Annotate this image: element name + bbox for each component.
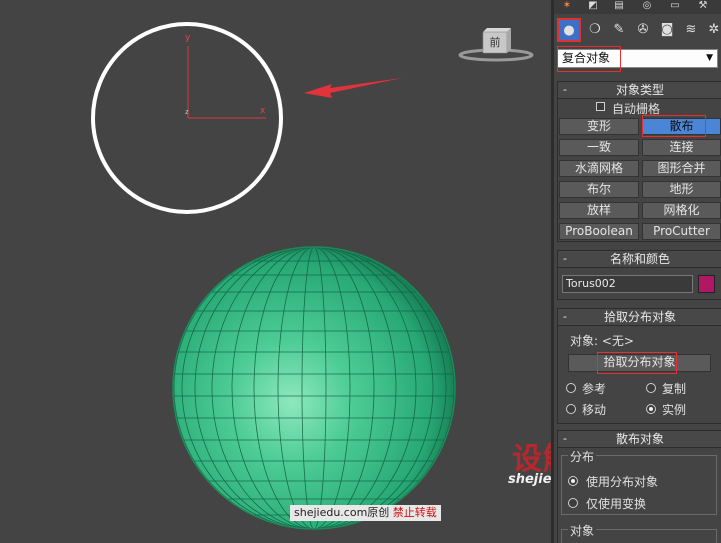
- collapse-icon: -: [563, 252, 567, 265]
- axis-x-label: x: [260, 106, 266, 116]
- scatter-objects-rollout: - 散布对象 分布 使用分布对象 仅使用变换 对象: [557, 430, 721, 543]
- name-color-header[interactable]: - 名称和颜色: [558, 251, 721, 268]
- utilities-tab-icon[interactable]: ⚒: [694, 0, 712, 11]
- axis-gizmo: y x z: [185, 33, 266, 119]
- watermark-banner: shejiedu.com原创 禁止转载: [290, 505, 441, 521]
- pick-distribution-header[interactable]: - 拾取分布对象: [558, 309, 721, 326]
- autogrid-checkbox[interactable]: [596, 102, 605, 111]
- instance-label: 实例: [662, 403, 687, 417]
- transforms-only-label: 仅使用变换: [586, 497, 647, 511]
- green-sphere[interactable]: [150, 246, 480, 530]
- loft-button[interactable]: 放样: [559, 202, 639, 219]
- spacewarps-icon[interactable]: ≋: [680, 19, 702, 41]
- use-distribution-radio[interactable]: [568, 476, 578, 486]
- axis-z-label: z: [185, 108, 189, 116]
- object-category-dropdown[interactable]: 复合对象 ▼: [557, 49, 718, 68]
- move-radio[interactable]: [566, 404, 576, 414]
- pick-distribution-rollout: - 拾取分布对象 对象: <无> 拾取分布对象 参考 复制 移动 实例: [557, 308, 721, 424]
- scatter-objects-header[interactable]: - 散布对象: [558, 431, 721, 448]
- conform-button[interactable]: 一致: [559, 139, 639, 156]
- motion-tab-icon[interactable]: ◎: [638, 0, 656, 11]
- objects-group-label: 对象: [568, 522, 597, 539]
- transforms-only-radio[interactable]: [568, 498, 578, 508]
- collapse-icon: -: [563, 83, 567, 96]
- perspective-viewport[interactable]: y x z 前 设 shejie shejiedu.com原创 禁止转载: [0, 0, 551, 543]
- watermark-forbid: 禁止转载: [392, 506, 437, 519]
- copy-label: 复制: [662, 382, 687, 396]
- shapemerge-button[interactable]: 图形合并: [642, 160, 721, 177]
- objects-group: 对象: [561, 522, 717, 543]
- object-type-header[interactable]: - 对象类型: [558, 82, 721, 99]
- helpers-icon[interactable]: ◙: [656, 19, 678, 41]
- view-cube-face-label: 前: [489, 36, 501, 49]
- red-arrow-annotation: [304, 78, 402, 98]
- display-tab-icon[interactable]: ▭: [666, 0, 684, 11]
- viewport-canvas: y x z: [91, 22, 480, 530]
- object-type-title: 对象类型: [615, 83, 664, 97]
- collapse-icon: -: [563, 310, 567, 323]
- copy-radio[interactable]: [646, 383, 656, 393]
- boolean-button[interactable]: 布尔: [559, 181, 639, 198]
- modify-tab-icon[interactable]: ◩: [584, 0, 602, 11]
- lights-icon[interactable]: ✎: [608, 19, 630, 41]
- proboolean-button[interactable]: ProBoolean: [559, 223, 639, 240]
- hierarchy-tab-icon[interactable]: ▤: [610, 0, 628, 11]
- command-panel-tabs: ✶ ◩ ▤ ◎ ▭ ⚒: [554, 0, 721, 14]
- distribution-group: 分布 使用分布对象 仅使用变换: [561, 448, 717, 515]
- blobmesh-button[interactable]: 水滴网格: [559, 160, 639, 177]
- reference-radio[interactable]: [566, 383, 576, 393]
- watermark-site: shejiedu.com: [294, 506, 368, 519]
- collapse-icon: -: [563, 432, 567, 445]
- dropdown-value: 复合对象: [562, 51, 611, 65]
- mesher-button[interactable]: 网格化: [642, 202, 721, 219]
- name-color-title: 名称和颜色: [609, 252, 670, 266]
- cameras-icon[interactable]: ✇: [632, 19, 654, 41]
- object-type-rollout: - 对象类型 自动栅格 变形 散布 一致 连接 水滴网格 图形合并 布尔 地形 …: [557, 81, 721, 242]
- command-panel: ✶ ◩ ▤ ◎ ▭ ⚒ ● ❍ ✎ ✇ ◙ ≋ ✲ 复合对象 ▼ - 对象类型 …: [554, 0, 721, 543]
- use-distribution-label: 使用分布对象: [586, 475, 659, 489]
- morph-button[interactable]: 变形: [559, 118, 639, 135]
- create-tab-icon[interactable]: ✶: [558, 0, 576, 11]
- scatter-objects-title: 散布对象: [615, 432, 664, 446]
- distribution-group-label: 分布: [568, 448, 597, 465]
- procutter-button[interactable]: ProCutter: [642, 223, 721, 240]
- distribution-object-label: 对象: <无>: [570, 334, 634, 348]
- shapes-icon[interactable]: ❍: [584, 19, 606, 41]
- systems-icon[interactable]: ✲: [703, 19, 721, 41]
- reference-label: 参考: [582, 382, 607, 396]
- category-icon-row: ● ❍ ✎ ✇ ◙ ≋ ✲: [556, 18, 721, 45]
- instance-radio[interactable]: [646, 404, 656, 414]
- geometry-icon[interactable]: ●: [557, 18, 581, 42]
- autogrid-label: 自动栅格: [612, 102, 661, 116]
- chevron-down-icon: ▼: [706, 53, 713, 63]
- terrain-button[interactable]: 地形: [642, 181, 721, 198]
- watermark-original: 原创: [367, 506, 390, 519]
- axis-y-label: y: [185, 33, 191, 43]
- object-name-field[interactable]: Torus002: [562, 275, 693, 293]
- connect-button[interactable]: 连接: [642, 139, 721, 156]
- view-cube[interactable]: 前: [456, 24, 536, 64]
- object-color-swatch[interactable]: [698, 275, 715, 293]
- pick-distribution-button[interactable]: 拾取分布对象: [568, 354, 711, 372]
- site-logo-url: shejiedu.com: [508, 472, 551, 487]
- scatter-button[interactable]: 散布: [642, 118, 721, 135]
- pick-distribution-title: 拾取分布对象: [603, 310, 676, 324]
- move-label: 移动: [582, 403, 607, 417]
